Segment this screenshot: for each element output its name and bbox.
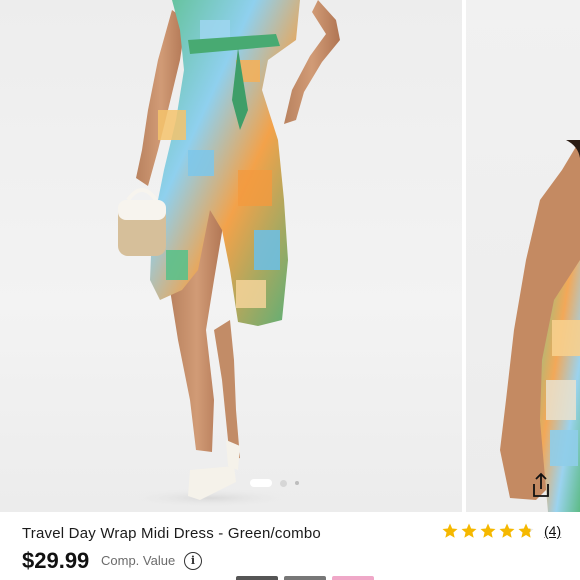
color-swatch[interactable] [236, 576, 278, 580]
comp-value-label: Comp. Value [101, 553, 176, 568]
color-swatch[interactable] [332, 576, 374, 580]
star-icon [499, 523, 515, 538]
product-title: Travel Day Wrap Midi Dress - Green/combo [22, 525, 321, 542]
share-icon[interactable] [526, 470, 556, 500]
product-image-gallery[interactable] [0, 0, 580, 512]
star-icon [480, 523, 496, 538]
info-icon[interactable]: i [184, 552, 202, 570]
carousel-dot[interactable] [295, 481, 299, 485]
product-rating[interactable]: (4) [441, 522, 561, 540]
model-wearing-dress-photo [118, 0, 340, 508]
color-swatches [236, 576, 374, 580]
model-side-view-photo [500, 140, 580, 512]
carousel-dot-active[interactable] [250, 479, 272, 487]
product-image-next[interactable] [466, 0, 580, 512]
color-swatch[interactable] [284, 576, 326, 580]
star-icon [461, 523, 477, 538]
review-count-link[interactable]: (4) [544, 523, 561, 539]
image-carousel-indicator [250, 479, 299, 487]
product-image-main[interactable] [0, 0, 462, 512]
product-info-panel: Travel Day Wrap Midi Dress - Green/combo… [0, 512, 580, 580]
star-icon [442, 523, 458, 538]
carousel-dot[interactable] [280, 479, 287, 487]
product-price: $29.99 [22, 548, 90, 573]
star-half-icon [518, 523, 534, 538]
